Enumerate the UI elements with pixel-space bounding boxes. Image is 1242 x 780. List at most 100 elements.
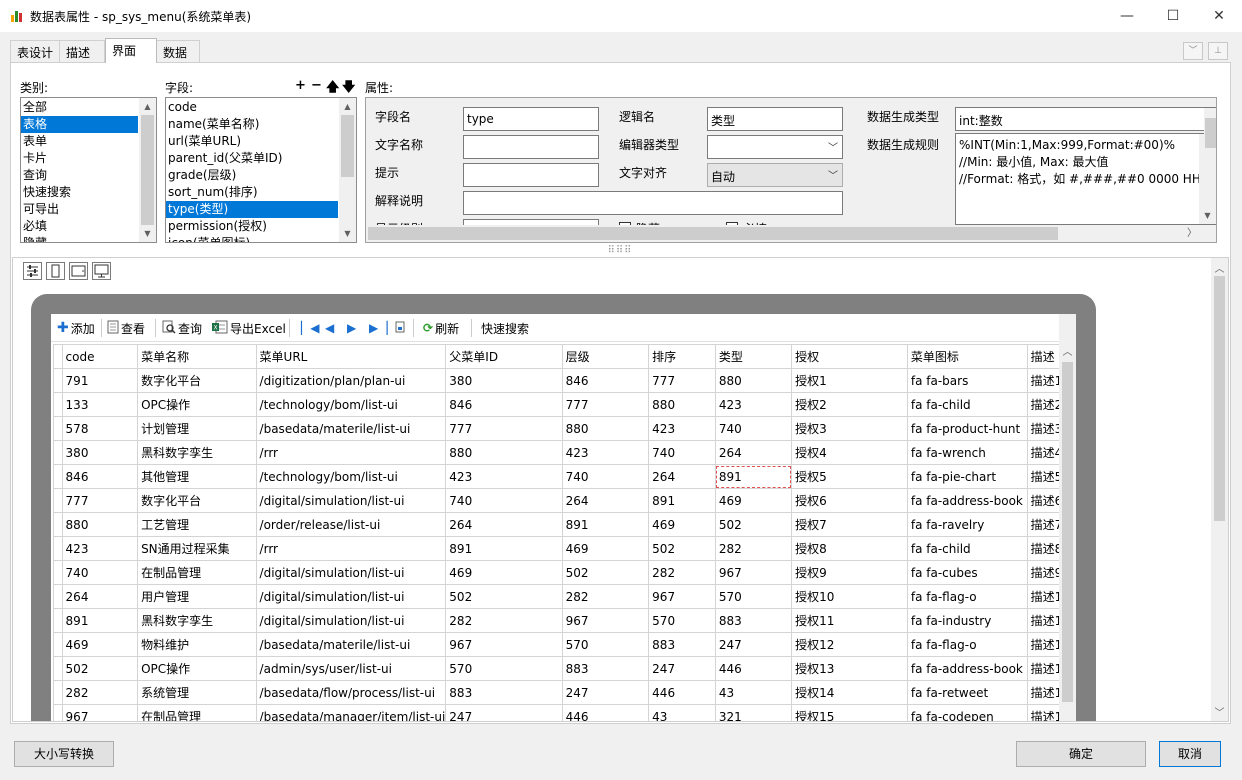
list-item[interactable]: name(菜单名称)	[166, 116, 356, 133]
table-cell[interactable]: 502	[648, 536, 716, 561]
table-cell[interactable]: 264	[561, 488, 650, 513]
table-cell[interactable]: 502	[445, 584, 563, 609]
table-cell[interactable]: 授权13	[791, 656, 908, 681]
table-cell[interactable]: 777	[445, 416, 563, 441]
category-scrollbar[interactable]: ▲ ▼	[139, 98, 156, 242]
case-convert-button[interactable]: 大小写转换	[14, 741, 114, 767]
table-cell[interactable]: 282	[445, 608, 563, 633]
table-cell[interactable]: /digital/simulation/list-ui	[255, 560, 447, 585]
row-header[interactable]	[53, 392, 63, 417]
first-page-button[interactable]: ▏◀	[301, 319, 319, 337]
list-item[interactable]: code	[166, 99, 356, 116]
list-item[interactable]: sort_num(排序)	[166, 184, 356, 201]
table-cell[interactable]: 133	[61, 392, 139, 417]
table-cell[interactable]: 446	[561, 704, 650, 721]
table-cell[interactable]: OPC操作	[137, 656, 257, 681]
table-cell[interactable]: 264	[445, 512, 563, 537]
table-cell[interactable]: 授权1	[791, 368, 908, 393]
quick-search-button[interactable]: 快速搜索	[481, 319, 529, 337]
align-select[interactable]: 自动 ﹀	[707, 163, 843, 187]
column-header[interactable]: 层级	[561, 344, 650, 369]
row-header[interactable]	[53, 416, 63, 441]
table-cell[interactable]: 282	[648, 560, 716, 585]
table-cell[interactable]: fa fa-bars	[906, 368, 1028, 393]
table-cell[interactable]: 578	[61, 416, 139, 441]
category-listbox[interactable]: 全部 表格 表单 卡片 查询 快速搜索 可导出 必填 隐藏 ▲ ▼	[20, 97, 157, 243]
scroll-up-icon[interactable]: ▲	[139, 98, 156, 115]
table-cell[interactable]: 883	[714, 608, 793, 633]
table-cell[interactable]: 工艺管理	[137, 512, 257, 537]
splitter-handle[interactable]: ⠿⠿⠿	[600, 246, 640, 256]
table-row[interactable]: 264 用户管理/digital/simulation/list-ui 502 282…	[53, 584, 1072, 609]
scroll-down-icon[interactable]: ▼	[339, 225, 356, 242]
table-cell[interactable]: OPC操作	[137, 392, 257, 417]
gen-type-input[interactable]: int:整数	[955, 107, 1216, 131]
table-cell[interactable]: fa fa-child	[906, 392, 1028, 417]
table-row[interactable]: 891 黑科数字孪生/digital/simulation/list-ui 282 9…	[53, 608, 1072, 633]
table-row[interactable]: 423 SN通用过程采集/rrr 891 469 502 282 授权8 fa fa-chil…	[53, 536, 1072, 561]
desc-input[interactable]	[463, 191, 843, 215]
table-cell[interactable]: 846	[561, 368, 650, 393]
table-cell[interactable]: /basedata/flow/process/list-ui	[255, 680, 447, 705]
table-cell[interactable]: 502	[561, 560, 650, 585]
table-cell[interactable]: 授权6	[791, 488, 908, 513]
table-cell[interactable]: /basedata/materile/list-ui	[255, 416, 447, 441]
column-header[interactable]: 菜单图标	[906, 344, 1028, 369]
table-cell[interactable]: 967	[714, 560, 793, 585]
table-cell[interactable]: /digital/simulation/list-ui	[255, 488, 447, 513]
table-cell[interactable]: 321	[714, 704, 793, 721]
desktop-icon[interactable]	[92, 262, 111, 280]
add-field-icon[interactable]: +	[295, 78, 306, 93]
table-cell[interactable]: 880	[561, 416, 650, 441]
table-cell[interactable]: 用户管理	[137, 584, 257, 609]
row-header[interactable]	[53, 440, 63, 465]
table-cell[interactable]: 967	[445, 632, 563, 657]
scroll-down-icon[interactable]: ▼	[139, 225, 156, 242]
table-cell[interactable]: 247	[714, 632, 793, 657]
table-cell[interactable]: fa fa-wrench	[906, 440, 1028, 465]
table-cell[interactable]: 883	[561, 656, 650, 681]
table-cell[interactable]: 570	[445, 656, 563, 681]
row-header[interactable]	[53, 608, 63, 633]
list-item[interactable]: 快速搜索	[21, 184, 156, 201]
table-cell[interactable]: 891	[61, 608, 139, 633]
table-cell[interactable]: 846	[445, 392, 563, 417]
table-cell[interactable]: 264	[648, 464, 716, 489]
row-header[interactable]	[53, 512, 63, 537]
scroll-down-icon[interactable]: ﹀	[1211, 704, 1228, 719]
table-cell[interactable]: 黑科数字孪生	[137, 440, 257, 465]
table-cell[interactable]: 891	[561, 512, 650, 537]
table-cell[interactable]: fa fa-flag-o	[906, 632, 1028, 657]
table-cell[interactable]: 967	[61, 704, 139, 721]
table-row[interactable]: 846 其他管理/technology/bom/list-ui 423 740 264 8…	[53, 464, 1072, 489]
table-cell[interactable]: 授权11	[791, 608, 908, 633]
tab-description[interactable]: 描述	[59, 40, 105, 62]
list-item[interactable]: permission(授权)	[166, 218, 356, 235]
row-header[interactable]	[53, 464, 63, 489]
table-cell[interactable]: 授权9	[791, 560, 908, 585]
table-cell[interactable]: 967	[648, 584, 716, 609]
view-button[interactable]: 查看	[107, 319, 145, 337]
table-cell[interactable]: 247	[648, 656, 716, 681]
list-item[interactable]: icon(菜单图标)	[166, 235, 356, 242]
table-cell[interactable]: 967	[561, 608, 650, 633]
designer-scrollbar[interactable]: ︿ ﹀	[1211, 258, 1228, 721]
table-cell[interactable]: 282	[561, 584, 650, 609]
table-cell[interactable]: 计划管理	[137, 416, 257, 441]
table-row[interactable]: 967 在制品管理/basedata/manager/item/list-ui 24…	[53, 704, 1072, 721]
table-cell[interactable]: 264	[61, 584, 139, 609]
hint-input[interactable]	[463, 163, 599, 187]
table-cell[interactable]: 883	[648, 632, 716, 657]
properties-hscrollbar[interactable]: 〉	[366, 225, 1201, 242]
table-row[interactable]: 578 计划管理/basedata/materile/list-ui 777 880 4…	[53, 416, 1072, 441]
row-header[interactable]	[53, 536, 63, 561]
gen-rule-textarea[interactable]: %INT(Min:1,Max:999,Format:#00)% //Min: 最…	[955, 133, 1216, 225]
table-cell[interactable]: 777	[561, 392, 650, 417]
table-cell[interactable]: 740	[445, 488, 563, 513]
maximize-button[interactable]: ☐	[1150, 0, 1196, 32]
table-cell[interactable]: 891	[714, 464, 793, 489]
add-button[interactable]: ✚ 添加	[57, 319, 95, 337]
data-grid[interactable]: code 菜单名称 菜单URL 父菜单ID 层级 排序 类型 授权 菜单图标 描述 791 数字化平…	[53, 344, 1072, 721]
row-header[interactable]	[53, 560, 63, 585]
table-cell[interactable]: 570	[561, 632, 650, 657]
